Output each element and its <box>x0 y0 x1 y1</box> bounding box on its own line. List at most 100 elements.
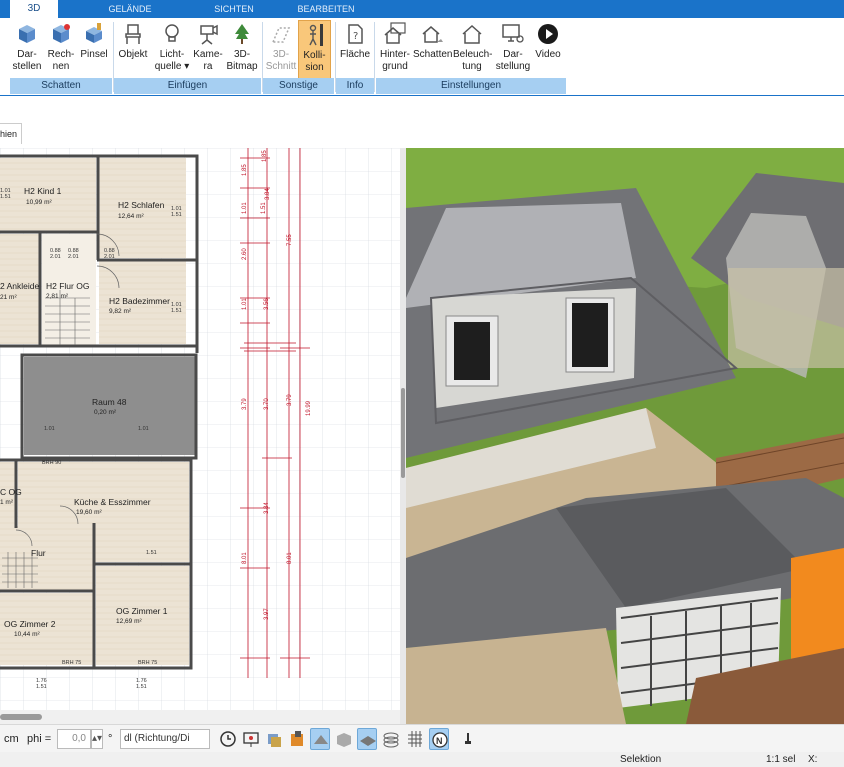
svg-text:1.51: 1.51 <box>171 212 182 218</box>
splitter-grip[interactable] <box>401 388 405 478</box>
light-bulb-icon <box>165 24 179 42</box>
svg-text:10,44 m²: 10,44 m² <box>14 631 40 638</box>
darstellen-button[interactable]: Dar- stellen <box>12 20 42 80</box>
svg-text:3.70: 3.70 <box>264 398 270 410</box>
tab-sichten[interactable]: SICHTEN <box>204 0 264 18</box>
paint-cube-icon <box>86 23 102 43</box>
grid-button[interactable] <box>405 728 425 750</box>
stack-button[interactable] <box>381 728 401 750</box>
floor-button[interactable] <box>357 728 377 750</box>
svg-text:7.55: 7.55 <box>287 234 293 246</box>
svg-text:1.51: 1.51 <box>36 684 47 690</box>
tab-3d[interactable]: 3D <box>10 0 58 18</box>
plan-horizontal-scrollbar[interactable] <box>0 710 400 724</box>
hintergrund-button[interactable]: Hinter- grund <box>378 20 412 80</box>
video-button[interactable]: Video <box>533 20 563 80</box>
presentation-button[interactable] <box>241 728 261 750</box>
grid-icon <box>408 731 422 747</box>
hintergrund-label: Hinter- grund <box>379 49 410 72</box>
tab-bearbeiten[interactable]: BEARBEITEN <box>290 0 362 18</box>
schnitt-label: 3D- Schnitt <box>265 49 297 72</box>
video-label: Video <box>535 49 561 60</box>
clock-button[interactable] <box>218 728 238 750</box>
north-compass-icon: N <box>432 732 448 748</box>
rechnen-button[interactable]: Rech- nen <box>46 20 76 80</box>
svg-text:3.84: 3.84 <box>264 502 270 514</box>
group-sonstige: Sonstige <box>263 78 334 94</box>
mode-select[interactable]: dl (Richtung/Di <box>120 729 210 749</box>
beleuchtung-button[interactable]: Beleuch- tung <box>453 20 492 80</box>
pinsel-label: Pinsel <box>80 49 108 60</box>
floor-plan-view[interactable]: H2 Kind 1 10,99 m² H2 Schlafen 12,64 m² … <box>0 148 400 710</box>
section-cut-icon <box>271 27 291 43</box>
svg-text:2.01: 2.01 <box>68 254 79 260</box>
north-button[interactable]: N <box>429 728 449 750</box>
status-scale: 1:1 sel <box>766 754 796 765</box>
walls-icon <box>337 733 351 747</box>
tab-gelaende[interactable]: GELÄNDE <box>95 0 165 18</box>
tree-icon <box>235 24 249 44</box>
svg-text:1.51: 1.51 <box>146 550 157 556</box>
ribbon: Dar- stellen Rech- nen Pinsel Objekt Lic… <box>0 18 844 96</box>
3d-house-render[interactable] <box>406 148 844 724</box>
pinsel-button[interactable]: Pinsel <box>79 20 109 80</box>
svg-text:3.56: 3.56 <box>264 298 270 310</box>
group-einfuegen: Einfügen <box>114 78 261 94</box>
degree-label: ° <box>108 733 113 745</box>
svg-text:1.51: 1.51 <box>0 194 11 200</box>
svg-text:3.79: 3.79 <box>287 394 293 406</box>
objekt-label: Objekt <box>118 49 148 60</box>
svg-text:8.01: 8.01 <box>242 552 248 564</box>
scrollbar-thumb[interactable] <box>0 714 42 720</box>
svg-text:1.01: 1.01 <box>138 426 149 432</box>
roof-icon <box>314 735 328 744</box>
roof-view-button[interactable] <box>310 728 330 750</box>
darstellung-button[interactable]: Dar- stellung <box>495 20 531 80</box>
bottom-toolbar: cm phi = 0,0 ▴▾ ° dl (Richtung/Di N <box>0 724 844 752</box>
schnitt-button[interactable]: 3D- Schnitt <box>265 20 297 80</box>
svg-text:12,69 m²: 12,69 m² <box>116 618 142 625</box>
svg-text:1.51: 1.51 <box>261 202 267 214</box>
kamera-label: Kame- ra <box>193 49 223 72</box>
objekt-button[interactable]: Objekt <box>116 20 150 80</box>
monitor-settings-icon <box>502 24 524 43</box>
darstellen-label: Dar- stellen <box>12 49 42 72</box>
material-button[interactable] <box>287 728 307 750</box>
document-tab-strip: hien <box>0 96 844 148</box>
kamera-button[interactable]: Kame- ra <box>193 20 223 80</box>
lichtquelle-button[interactable]: Licht- quelle ▾ <box>153 20 191 80</box>
3d-view[interactable] <box>406 148 844 724</box>
phi-input[interactable]: 0,0 <box>57 729 91 749</box>
marker-button[interactable] <box>458 728 478 750</box>
svg-text:Raum 48: Raum 48 <box>92 397 127 407</box>
kollision-button[interactable]: Kolli- sion <box>298 20 331 80</box>
svg-text:3.79: 3.79 <box>242 398 248 410</box>
marker-icon <box>465 733 471 744</box>
svg-text:1.51: 1.51 <box>171 308 182 314</box>
svg-text:OG Zimmer 2: OG Zimmer 2 <box>4 619 56 629</box>
layers-icon <box>268 734 281 747</box>
house-shadow-icon <box>422 26 443 43</box>
svg-text:Küche & Esszimmer: Küche & Esszimmer <box>74 497 151 507</box>
video-play-icon <box>538 24 558 44</box>
walls-button[interactable] <box>334 728 354 750</box>
group-einstellungen: Einstellungen <box>376 78 566 94</box>
bitmap-button[interactable]: 3D- Bitmap <box>224 20 260 80</box>
svg-text:2 Ankleide: 2 Ankleide <box>0 281 39 291</box>
cube-render-icon <box>19 25 35 43</box>
document-tab[interactable]: hien <box>0 123 22 144</box>
flaeche-button[interactable]: ? Fläche <box>338 20 372 80</box>
svg-text:BRH 90: BRH 90 <box>42 460 61 466</box>
clock-icon <box>220 731 236 747</box>
lichtquelle-label: Licht- quelle ▾ <box>154 49 190 72</box>
presentation-icon <box>243 732 259 747</box>
camera-icon <box>200 24 218 45</box>
schatten-button[interactable]: Schatten <box>413 20 452 80</box>
floor-plan-canvas[interactable]: H2 Kind 1 10,99 m² H2 Schlafen 12,64 m² … <box>0 148 400 710</box>
layers-button[interactable] <box>264 728 284 750</box>
phi-stepper[interactable]: ▴▾ <box>91 729 103 749</box>
svg-text:OG Zimmer 1: OG Zimmer 1 <box>116 606 168 616</box>
svg-text:8.01: 8.01 <box>287 552 293 564</box>
group-info: Info <box>336 78 374 94</box>
svg-text:H2 Kind 1: H2 Kind 1 <box>24 186 62 196</box>
